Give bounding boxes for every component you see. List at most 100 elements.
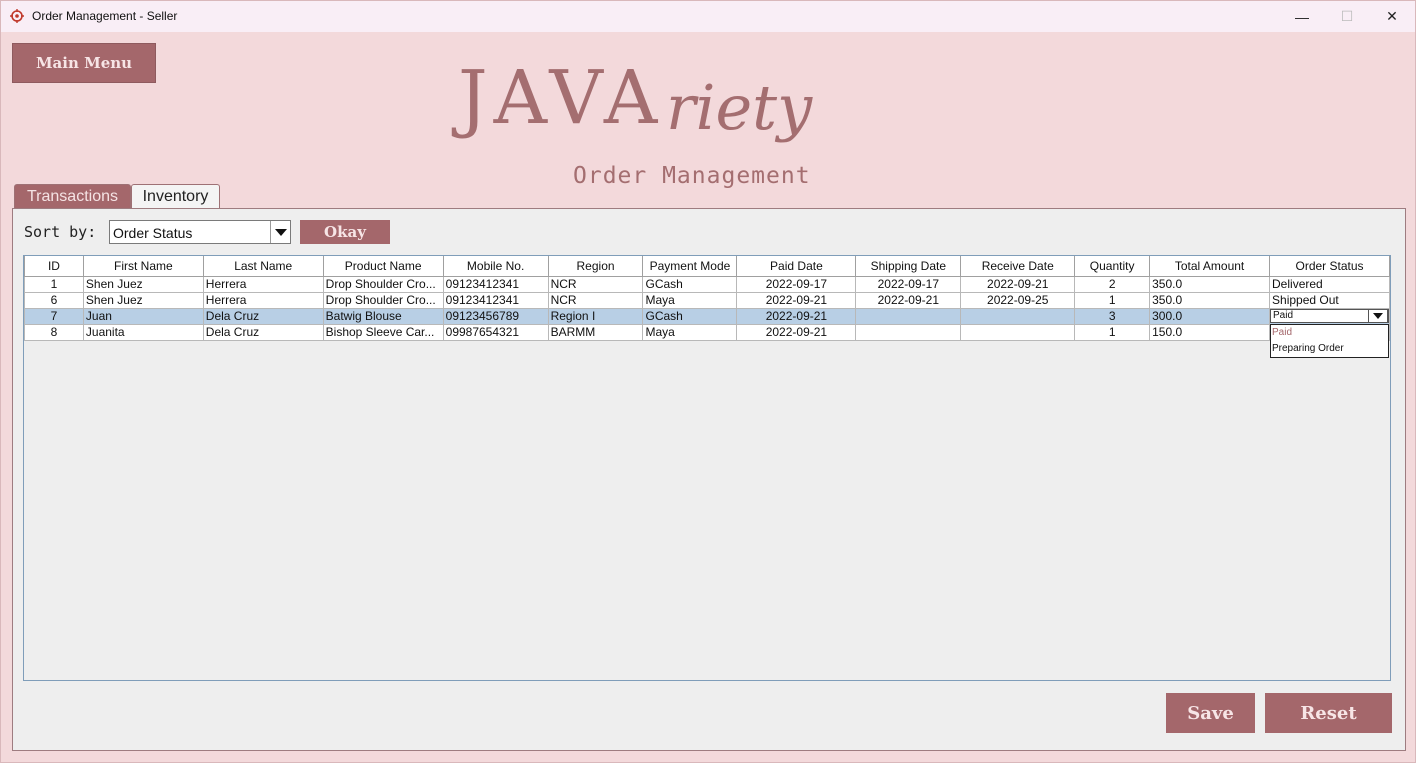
table-row[interactable]: 8 Juanita Dela Cruz Bishop Sleeve Car...… — [24, 323, 1390, 341]
maximize-button[interactable]: ☐ — [1324, 1, 1370, 32]
cell-last-name[interactable]: Dela Cruz — [202, 323, 324, 341]
cell-first-name[interactable]: Shen Juez — [82, 291, 204, 309]
cell-payment-mode[interactable]: Maya — [642, 323, 738, 341]
sort-dropdown-arrow[interactable] — [270, 221, 290, 243]
column-header-product-name[interactable]: Product Name — [322, 256, 444, 277]
cell-last-name[interactable]: Herrera — [202, 275, 324, 293]
cell-paid-date[interactable]: 2022-09-17 — [736, 275, 857, 293]
cell-shipping-date[interactable] — [855, 307, 962, 325]
cell-shipping-date[interactable] — [855, 323, 962, 341]
table-row-selected[interactable]: 7 Juan Dela Cruz Batwig Blouse 091234567… — [24, 307, 1390, 325]
app-window: Order Management - Seller — ☐ ✕ Main Men… — [0, 0, 1416, 763]
cell-receive-date[interactable] — [960, 323, 1076, 341]
title-bar: Order Management - Seller — ☐ ✕ — [1, 1, 1415, 32]
column-header-paid-date[interactable]: Paid Date — [736, 256, 857, 277]
column-header-receive-date[interactable]: Receive Date — [960, 256, 1076, 277]
column-header-last-name[interactable]: Last Name — [202, 256, 324, 277]
cell-shipping-date[interactable]: 2022-09-21 — [855, 291, 962, 309]
cell-first-name[interactable]: Juanita — [82, 323, 204, 341]
maximize-icon: ☐ — [1340, 8, 1354, 24]
cell-payment-mode[interactable]: Maya — [642, 291, 738, 309]
javariety-logo: JAVA riety — [456, 49, 976, 164]
order-status-value: Paid — [1273, 310, 1294, 321]
cell-mobile[interactable]: 09987654321 — [442, 323, 549, 341]
cell-id[interactable]: 7 — [24, 307, 84, 325]
chevron-down-icon — [275, 229, 287, 236]
tab-transactions[interactable]: Transactions — [14, 184, 131, 209]
cell-quantity[interactable]: 2 — [1074, 275, 1151, 293]
cell-order-status[interactable]: Delivered — [1269, 275, 1390, 293]
sort-selected-value: Order Status — [113, 225, 193, 241]
cell-payment-mode[interactable]: GCash — [642, 307, 738, 325]
reset-button[interactable]: Reset — [1265, 693, 1392, 733]
main-menu-button[interactable]: Main Menu — [12, 43, 156, 83]
cell-region[interactable]: NCR — [547, 291, 644, 309]
cell-receive-date[interactable] — [960, 307, 1076, 325]
orders-grid: ID First Name Last Name Product Name Mob… — [24, 256, 1390, 341]
minimize-button[interactable]: — — [1279, 1, 1325, 32]
close-button[interactable]: ✕ — [1369, 1, 1415, 32]
logo-script-text: riety — [666, 71, 813, 144]
cell-region[interactable]: BARMM — [547, 323, 644, 341]
cell-quantity[interactable]: 1 — [1074, 291, 1151, 309]
cell-mobile[interactable]: 09123456789 — [442, 307, 549, 325]
cell-mobile[interactable]: 09123412341 — [442, 275, 549, 293]
cell-id[interactable]: 1 — [24, 275, 84, 293]
cell-mobile[interactable]: 09123412341 — [442, 291, 549, 309]
column-header-shipping-date[interactable]: Shipping Date — [855, 256, 962, 277]
cell-first-name[interactable]: Juan — [82, 307, 204, 325]
svg-text:riety: riety — [666, 71, 813, 144]
column-header-order-status[interactable]: Order Status — [1269, 256, 1390, 277]
column-header-id[interactable]: ID — [24, 256, 84, 277]
cell-payment-mode[interactable]: GCash — [642, 275, 738, 293]
cell-total-amount[interactable]: 350.0 — [1149, 291, 1271, 309]
cell-last-name[interactable]: Dela Cruz — [202, 307, 324, 325]
cell-product-name[interactable]: Batwig Blouse — [322, 307, 444, 325]
column-header-total-amount[interactable]: Total Amount — [1149, 256, 1271, 277]
column-header-region[interactable]: Region — [547, 256, 644, 277]
okay-button[interactable]: Okay — [300, 220, 390, 244]
order-status-dropdown-list[interactable]: Paid Preparing Order — [1270, 324, 1389, 358]
column-header-quantity[interactable]: Quantity — [1074, 256, 1151, 277]
cell-total-amount[interactable]: 300.0 — [1149, 307, 1271, 325]
cell-product-name[interactable]: Bishop Sleeve Car... — [322, 323, 444, 341]
table-header-row: ID First Name Last Name Product Name Mob… — [24, 256, 1390, 277]
cell-paid-date[interactable]: 2022-09-21 — [736, 323, 857, 341]
cell-quantity[interactable]: 1 — [1074, 323, 1151, 341]
cell-receive-date[interactable]: 2022-09-21 — [960, 275, 1076, 293]
window-title: Order Management - Seller — [32, 9, 178, 23]
cell-paid-date[interactable]: 2022-09-21 — [736, 307, 857, 325]
dropdown-option-preparing-order[interactable]: Preparing Order — [1271, 341, 1388, 357]
sort-by-select[interactable]: Order Status — [109, 220, 291, 244]
cell-total-amount[interactable]: 350.0 — [1149, 275, 1271, 293]
cell-product-name[interactable]: Drop Shoulder Cro... — [322, 275, 444, 293]
dropdown-option-paid[interactable]: Paid — [1271, 325, 1388, 341]
cell-paid-date[interactable]: 2022-09-21 — [736, 291, 857, 309]
table-row[interactable]: 6 Shen Juez Herrera Drop Shoulder Cro...… — [24, 291, 1390, 309]
save-button[interactable]: Save — [1166, 693, 1255, 733]
column-header-mobile[interactable]: Mobile No. — [442, 256, 549, 277]
cell-last-name[interactable]: Herrera — [202, 291, 324, 309]
orders-table[interactable]: ID First Name Last Name Product Name Mob… — [23, 255, 1391, 681]
cell-id[interactable]: 6 — [24, 291, 84, 309]
cell-product-name[interactable]: Drop Shoulder Cro... — [322, 291, 444, 309]
cell-id[interactable]: 8 — [24, 323, 84, 341]
cell-region[interactable]: NCR — [547, 275, 644, 293]
order-status-dropdown-arrow[interactable] — [1368, 309, 1388, 323]
cell-quantity[interactable]: 3 — [1074, 307, 1151, 325]
cell-receive-date[interactable]: 2022-09-25 — [960, 291, 1076, 309]
cell-order-status[interactable]: Shipped Out — [1269, 291, 1390, 309]
close-icon: ✕ — [1386, 8, 1398, 24]
cell-shipping-date[interactable]: 2022-09-17 — [855, 275, 962, 293]
table-row[interactable]: 1 Shen Juez Herrera Drop Shoulder Cro...… — [24, 275, 1390, 293]
cell-region[interactable]: Region I — [547, 307, 644, 325]
tab-inventory[interactable]: Inventory — [131, 184, 220, 209]
column-header-payment-mode[interactable]: Payment Mode — [642, 256, 738, 277]
java-app-icon — [10, 9, 24, 23]
cell-total-amount[interactable]: 150.0 — [1149, 323, 1271, 341]
transactions-panel: Sort by: Order Status Okay ID First Name… — [12, 208, 1406, 751]
cell-first-name[interactable]: Shen Juez — [82, 275, 204, 293]
column-header-first-name[interactable]: First Name — [82, 256, 204, 277]
order-status-combo[interactable]: Paid — [1270, 309, 1389, 323]
cell-order-status-editor[interactable]: Paid — [1269, 307, 1390, 325]
